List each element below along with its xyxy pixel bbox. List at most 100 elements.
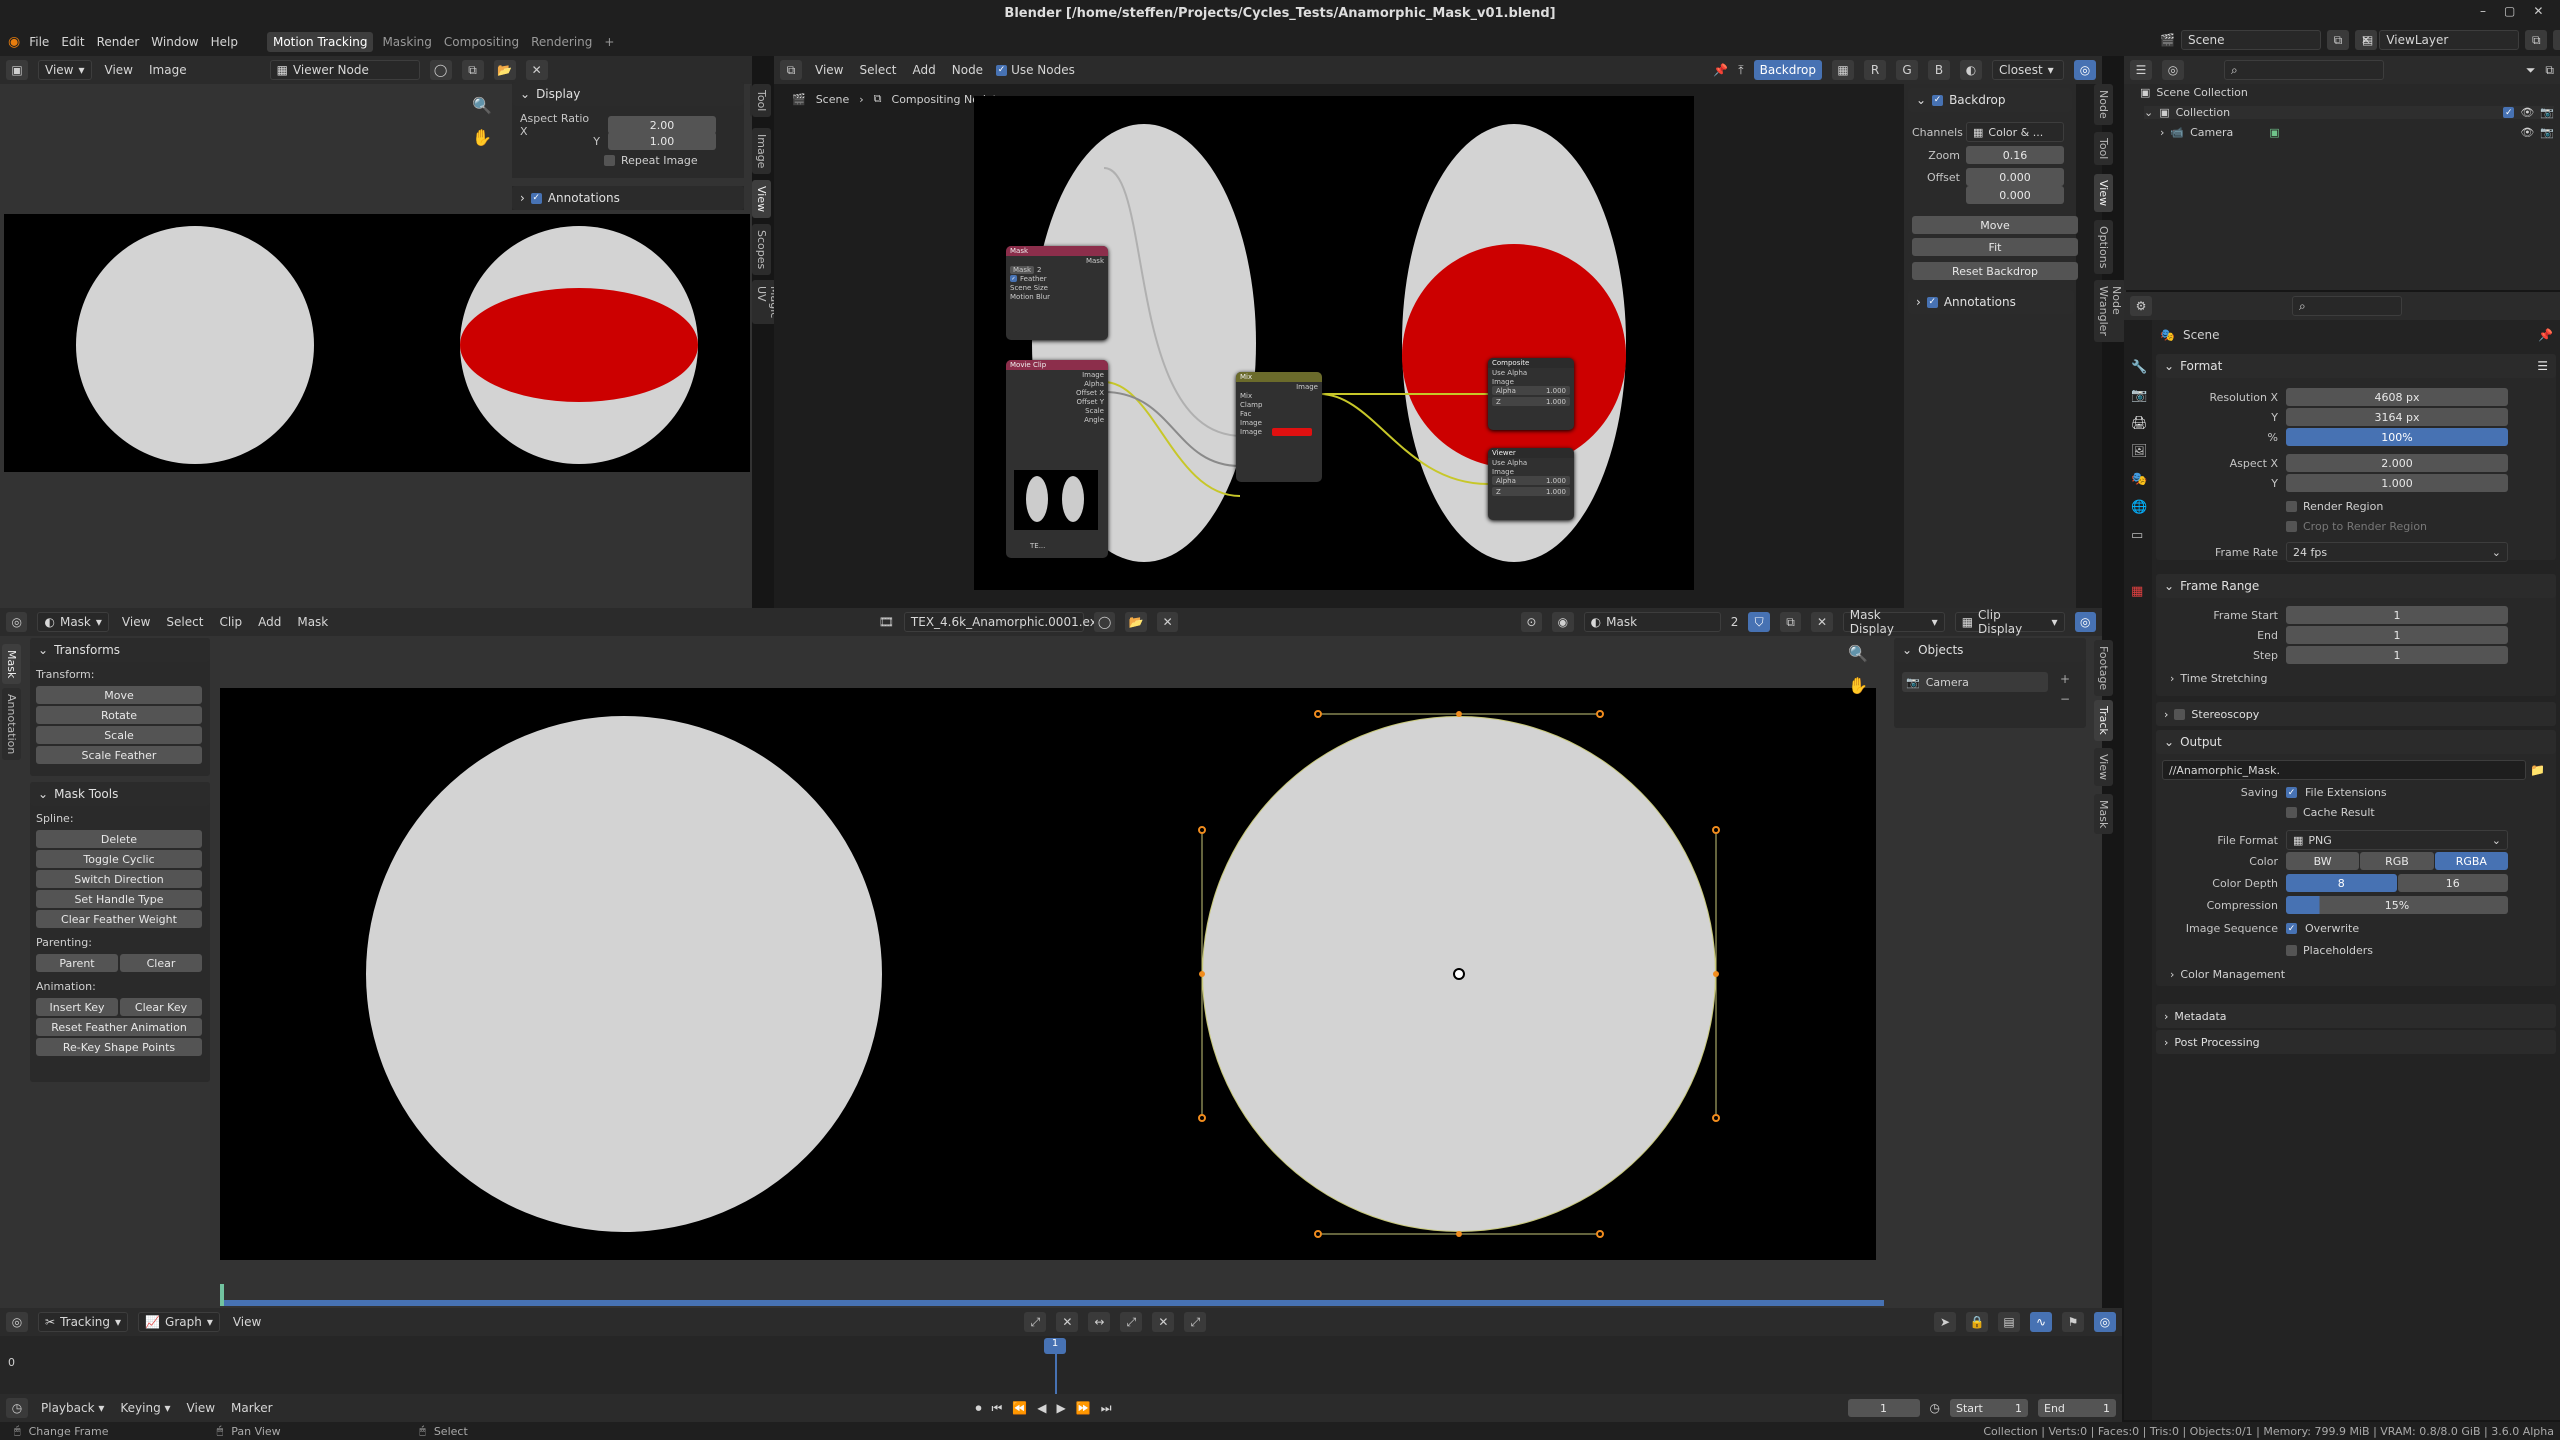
clip-playhead[interactable] (220, 1284, 224, 1306)
editor-type-icon[interactable]: ▣ (6, 60, 28, 80)
menu-add[interactable]: Add (255, 613, 284, 631)
play-icon[interactable]: ▶ (1057, 1401, 1066, 1415)
jump-end-icon[interactable]: ⏭ (1101, 1401, 1112, 1416)
add-object-icon[interactable]: + (2060, 672, 2070, 686)
clock-icon[interactable]: ◷ (1930, 1401, 1940, 1415)
zoom-field[interactable]: 0.16 (1966, 146, 2064, 164)
tab-rendering[interactable]: Rendering (528, 33, 595, 51)
menu-help[interactable]: Help (208, 33, 241, 51)
tab-masking[interactable]: Masking (379, 33, 434, 51)
render-region-checkbox[interactable] (2286, 501, 2297, 512)
clear-key-button[interactable]: Clear Key (120, 998, 202, 1016)
gizmo-icon[interactable]: ◎ (2074, 612, 2096, 632)
tab-node-wrangler[interactable]: Node Wrangler (2094, 280, 2126, 342)
composite-z-input[interactable]: Z 1.000 (1492, 397, 1570, 406)
menu-view[interactable]: View (184, 1399, 218, 1417)
editor-type-icon[interactable]: ◎ (6, 1312, 28, 1332)
output-path-field[interactable]: //Anamorphic_Mask. (2162, 760, 2526, 780)
composite-node-header[interactable]: Composite (1488, 358, 1574, 368)
menu-clip[interactable]: Clip (216, 613, 245, 631)
display-panel-header[interactable]: ⌄ Display (512, 82, 744, 106)
new-scene-icon[interactable]: ⧉ (2326, 30, 2349, 50)
move-button[interactable]: Move (36, 686, 202, 704)
collection-icon[interactable]: ▭ (2131, 528, 2143, 543)
unlink-clip-icon[interactable]: ✕ (1156, 612, 1179, 632)
rekey-shape-points-button[interactable]: Re-Key Shape Points (36, 1038, 202, 1056)
tab-image[interactable]: Image (752, 128, 771, 175)
file-extensions-checkbox[interactable]: ✓ (2286, 787, 2297, 798)
image-mode-dropdown[interactable]: View ▾ (38, 60, 92, 80)
outliner-search[interactable]: ⌕ (2224, 60, 2384, 80)
scene-field[interactable]: Scene (2180, 30, 2321, 50)
zoom-gizmo-icon[interactable]: 🔍 (472, 96, 492, 115)
record-icon[interactable]: ⏺ (976, 1401, 982, 1416)
menu-view[interactable]: View (102, 61, 136, 79)
mix-node-header[interactable]: Mix (1236, 372, 1322, 382)
depth-8-button[interactable]: 8 (2286, 874, 2397, 892)
menu-edit[interactable]: Edit (58, 33, 87, 51)
exclude-checkbox[interactable]: ✓ (2503, 107, 2515, 118)
backdrop-checkbox[interactable]: ✓ (1932, 94, 1944, 106)
zoom-gizmo-icon[interactable]: 🔍 (1848, 644, 1868, 663)
current-frame-field[interactable]: 1 (1847, 1399, 1920, 1417)
world-icon[interactable]: 🌐 (2131, 500, 2147, 515)
blender-logo-icon[interactable]: ◉ (8, 34, 20, 50)
camera-render-icon[interactable]: 📷 (2540, 106, 2554, 119)
viewer-alpha-input[interactable]: Alpha 1.000 (1492, 476, 1570, 485)
remove-object-icon[interactable]: − (2060, 692, 2070, 706)
movie-clip-node[interactable]: Movie Clip Image Alpha Offset X Offset Y… (1006, 360, 1108, 558)
objects-panel-header[interactable]: ⌄ Objects (1894, 638, 2086, 662)
next-keyframe-icon[interactable]: ⏩ (1076, 1401, 1091, 1415)
delete-viewlayer-icon[interactable]: ✕ (2553, 30, 2560, 50)
output-icon[interactable]: 🖨 (2131, 416, 2148, 431)
fit-button[interactable]: Fit (1912, 238, 2078, 256)
output-panel-header[interactable]: ⌄ Output (2156, 730, 2556, 754)
prev-keyframe-icon[interactable]: ⏪ (1012, 1401, 1027, 1415)
pan-gizmo-icon[interactable]: ✋ (1848, 676, 1868, 695)
scale-button[interactable]: Scale (36, 726, 202, 744)
tracks-icon[interactable]: ▤ (1998, 1312, 2020, 1332)
annotations-panel-header[interactable]: › ✓ Annotations (512, 186, 744, 210)
mask-fake-user-icon[interactable]: ⛉ (1748, 612, 1770, 632)
scene-size-dropdown[interactable]: Scene Size (1006, 283, 1108, 292)
toggle-cyclic-button[interactable]: Toggle Cyclic (36, 850, 202, 868)
rotate-button[interactable]: Rotate (36, 706, 202, 724)
mask-browse-field[interactable]: ◐ Mask (1583, 612, 1721, 632)
mix-clamp-option[interactable]: Clamp (1236, 400, 1322, 409)
image-browse-field[interactable]: ▦ Viewer Node (269, 60, 420, 80)
editor-type-icon[interactable]: ◎ (6, 612, 28, 632)
graph-extra-icon[interactable]: ⤢ (1184, 1312, 1207, 1332)
metadata-panel-header[interactable]: › Metadata (2156, 1004, 2556, 1028)
tab-options[interactable]: Options (2094, 220, 2113, 275)
tab-tool[interactable]: Tool (2094, 132, 2113, 166)
resolution-y-field[interactable]: 3164 px (2286, 408, 2508, 426)
clear-feather-weight-button[interactable]: Clear Feather Weight (36, 910, 202, 928)
eye-icon[interactable]: 👁 (2520, 126, 2534, 139)
maximize-icon[interactable]: ▢ (2504, 4, 2515, 18)
scene-icon[interactable]: 🎭 (2131, 472, 2147, 487)
filter-graph-icon[interactable]: ⤢ (1024, 1312, 1047, 1332)
camera-render-icon[interactable]: 📷 (2540, 126, 2554, 139)
tab-view[interactable]: View (2094, 174, 2113, 213)
view-layer-icon[interactable]: 🖼 (2131, 444, 2148, 459)
tool-icon[interactable]: 🔧 (2131, 360, 2147, 375)
clip-timeline-strip[interactable] (220, 1300, 1884, 1306)
show-graph-icon[interactable]: ↔ (1088, 1312, 1111, 1332)
movie-clip-node-header[interactable]: Movie Clip (1006, 360, 1108, 370)
graph-view-dropdown[interactable]: 📈 Graph ▾ (138, 1312, 220, 1332)
graph-gizmo-icon[interactable]: ◎ (2094, 1312, 2116, 1332)
outliner-row-scene-collection[interactable]: ▣ Scene Collection (2140, 86, 2248, 99)
new-image-icon[interactable]: ⧉ (461, 60, 484, 80)
move-button[interactable]: Move (1912, 216, 2078, 234)
clip-browse-field[interactable]: TEX_4.6k_Anamorphic.0001.exr (903, 612, 1102, 632)
add-workspace-button[interactable]: + (601, 33, 617, 51)
new-viewlayer-icon[interactable]: ⧉ (2525, 30, 2548, 50)
editor-type-icon[interactable]: ◷ (6, 1398, 28, 1418)
menu-select[interactable]: Select (163, 613, 206, 631)
repeat-image-checkbox[interactable] (604, 155, 615, 166)
scale-feather-button[interactable]: Scale Feather (36, 746, 202, 764)
color-rgb-button[interactable]: RGB (2360, 852, 2434, 870)
fake-user-icon[interactable]: ◯ (1093, 612, 1116, 632)
pivot-icon[interactable]: ⊙ (1520, 612, 1543, 632)
frame-range-panel-header[interactable]: ⌄ Frame Range (2156, 574, 2556, 598)
